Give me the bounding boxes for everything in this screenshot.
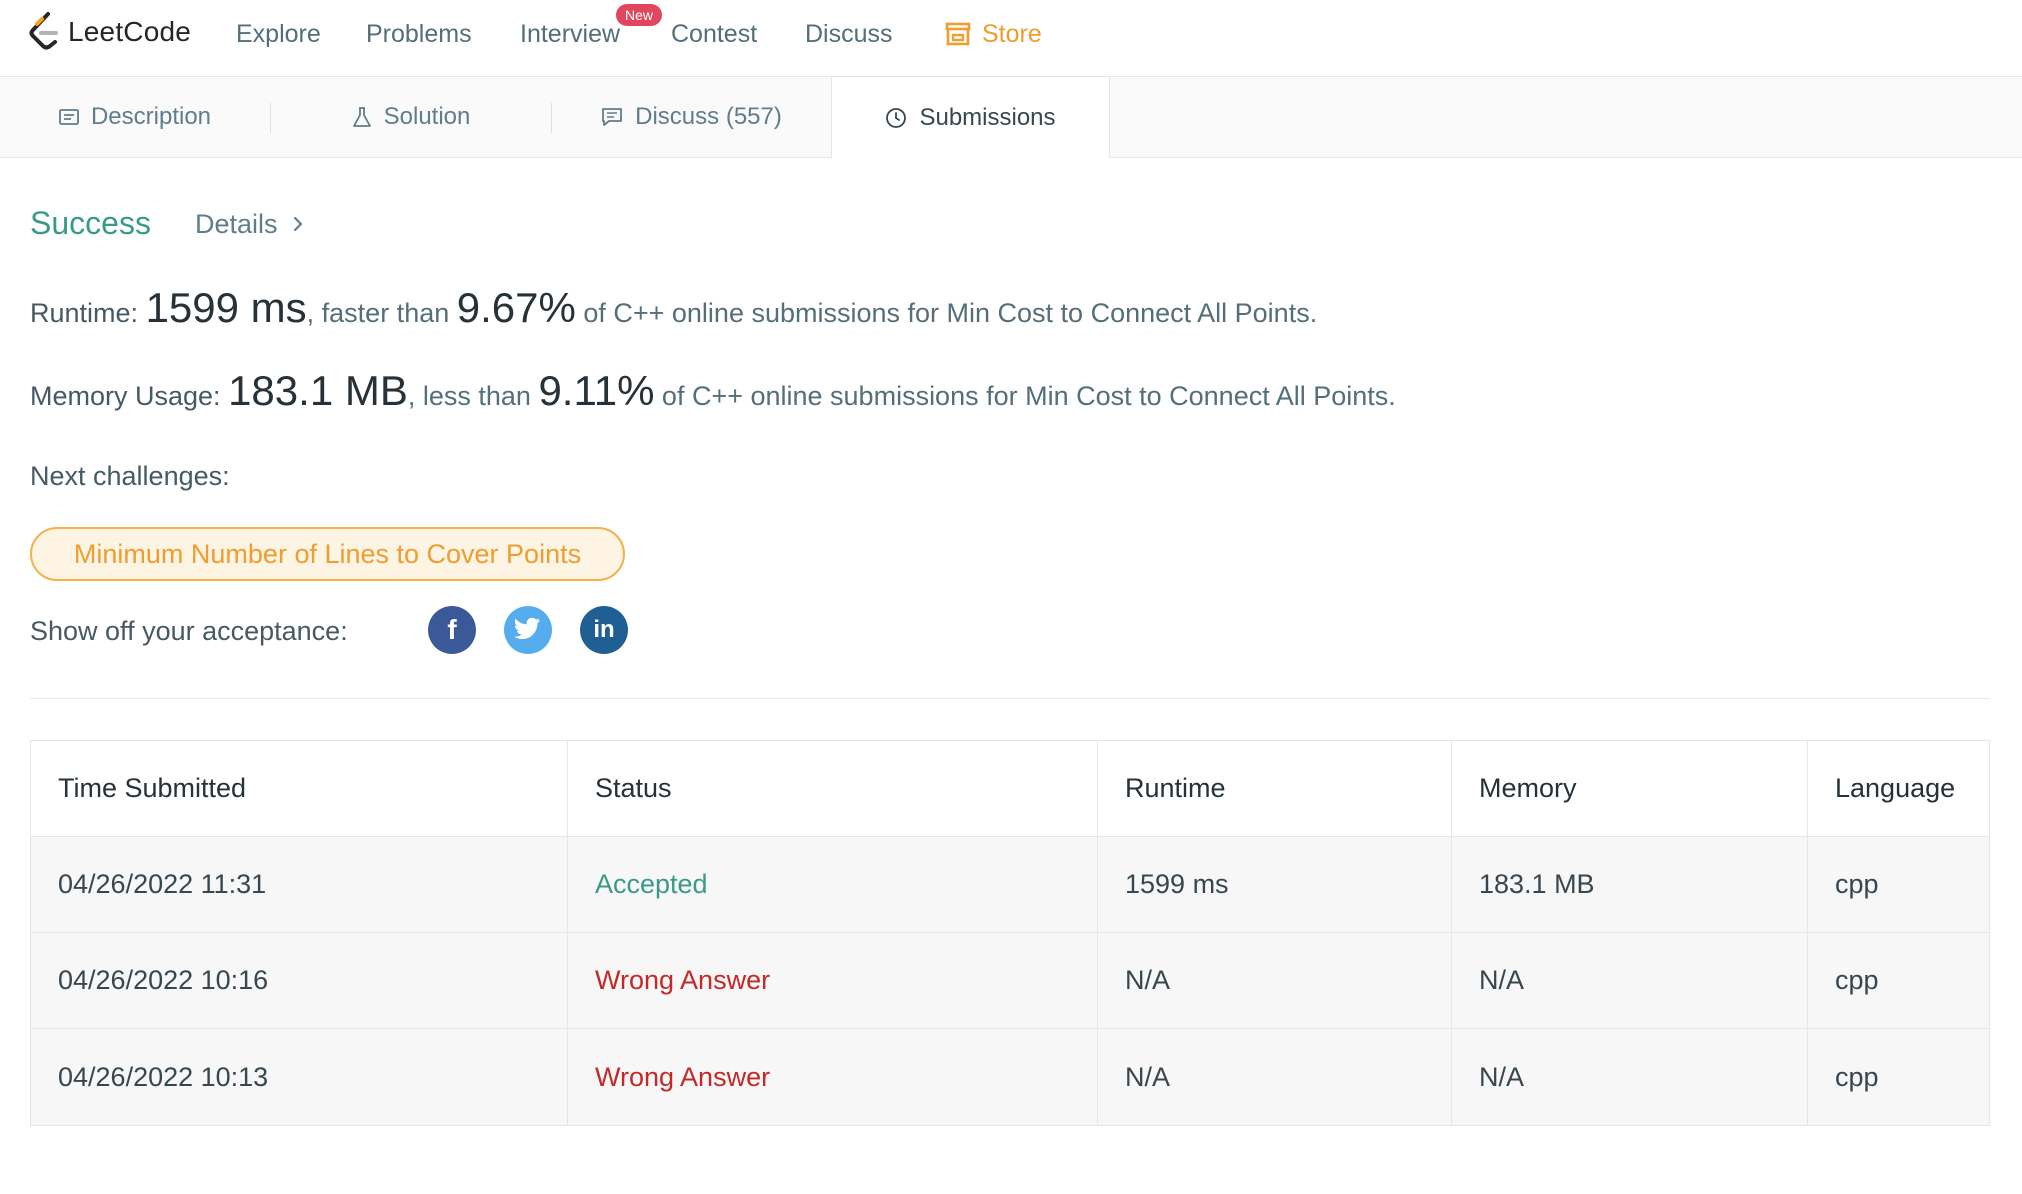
logo-text: LeetCode	[68, 16, 192, 47]
cell-memory: 183.1 MB	[1452, 837, 1808, 932]
memory-mid: , less than	[407, 381, 539, 411]
top-navbar: LeetCode Explore Problems Interview New …	[0, 0, 2022, 77]
runtime-label: Runtime:	[30, 298, 139, 328]
table-row: 04/26/2022 10:16 Wrong Answer N/A N/A cp…	[31, 933, 1989, 1029]
cell-time: 04/26/2022 10:13	[31, 1029, 568, 1125]
memory-percent: 9.11%	[538, 367, 655, 414]
memory-line: Memory Usage: 183.1 MB, less than 9.11% …	[30, 366, 1396, 421]
header-status[interactable]: Status	[568, 741, 1098, 836]
memory-tail: of C++ online submissions for Min Cost t…	[654, 381, 1396, 411]
details-label: Details	[195, 209, 278, 239]
nav-interview[interactable]: Interview	[520, 17, 620, 51]
result-status: Success	[30, 205, 151, 241]
facebook-icon: f	[447, 614, 457, 645]
runtime-percent: 9.67%	[456, 284, 576, 331]
memory-value: 183.1 MB	[228, 367, 408, 414]
comment-icon	[601, 107, 623, 127]
tab-discuss-label: Discuss (557)	[635, 103, 782, 130]
nav-contest[interactable]: Contest	[671, 17, 757, 51]
runtime-mid: , faster than	[306, 298, 457, 328]
table-row: 04/26/2022 10:13 Wrong Answer N/A N/A cp…	[31, 1029, 1989, 1125]
nav-explore[interactable]: Explore	[236, 17, 321, 51]
header-time-submitted[interactable]: Time Submitted	[31, 741, 568, 836]
store-icon	[944, 21, 972, 47]
next-challenges-label: Next challenges:	[30, 461, 230, 491]
header-language[interactable]: Language	[1808, 741, 1989, 836]
tab-solution-label: Solution	[383, 103, 471, 130]
memory-label: Memory Usage:	[30, 381, 221, 411]
problem-tabs: Description Solution Discuss (557) Submi…	[0, 77, 2022, 158]
tab-description-label: Description	[90, 103, 212, 130]
nav-discuss[interactable]: Discuss	[805, 17, 893, 51]
tab-discuss[interactable]: Discuss (557)	[552, 77, 831, 157]
cell-memory: N/A	[1452, 933, 1808, 1028]
cell-language: cpp	[1835, 869, 1879, 899]
tab-description[interactable]: Description	[0, 77, 270, 157]
nav-problems[interactable]: Problems	[366, 17, 472, 51]
table-row: 04/26/2022 11:31 Accepted 1599 ms 183.1 …	[31, 837, 1989, 933]
runtime-line: Runtime: 1599 ms, faster than 9.67% of C…	[30, 283, 1317, 338]
section-divider	[30, 698, 1990, 699]
runtime-tail: of C++ online submissions for Min Cost t…	[575, 298, 1318, 328]
logo[interactable]: LeetCode	[28, 10, 191, 54]
new-badge: New	[616, 4, 663, 26]
flask-icon	[352, 106, 372, 128]
submissions-table: Time Submitted Status Runtime Memory Lan…	[30, 740, 1990, 1126]
header-runtime[interactable]: Runtime	[1098, 741, 1452, 836]
nav-store[interactable]: Store	[944, 17, 1042, 51]
cell-language: cpp	[1835, 1061, 1879, 1092]
details-link[interactable]: Details	[195, 206, 304, 242]
runtime-value: 1599 ms	[145, 284, 307, 331]
cell-runtime: N/A	[1098, 933, 1452, 1028]
twitter-share-button[interactable]	[504, 606, 552, 654]
cell-time: 04/26/2022 11:31	[31, 837, 568, 932]
tab-submissions-label: Submissions	[919, 103, 1056, 131]
table-header-row: Time Submitted Status Runtime Memory Lan…	[31, 741, 1989, 837]
description-icon	[59, 109, 79, 125]
cell-runtime: N/A	[1098, 1029, 1452, 1125]
share-label: Show off your acceptance:	[30, 616, 348, 646]
store-label: Store	[982, 20, 1042, 48]
facebook-share-button[interactable]: f	[428, 606, 476, 654]
header-memory[interactable]: Memory	[1452, 741, 1808, 836]
tab-solution[interactable]: Solution	[271, 77, 551, 157]
leetcode-logo-icon	[28, 11, 60, 53]
cell-status-link[interactable]: Accepted	[568, 837, 1098, 932]
linkedin-icon: in	[593, 616, 615, 643]
chevron-right-icon	[292, 206, 304, 242]
cell-status-link[interactable]: Wrong Answer	[568, 1029, 1098, 1125]
twitter-icon	[514, 616, 542, 645]
linkedin-share-button[interactable]: in	[580, 606, 628, 654]
tab-submissions[interactable]: Submissions	[831, 77, 1110, 158]
cell-time: 04/26/2022 10:16	[31, 933, 568, 1028]
next-challenge-button[interactable]: Minimum Number of Lines to Cover Points	[30, 527, 625, 581]
cell-language: cpp	[1835, 965, 1879, 995]
cell-status-link[interactable]: Wrong Answer	[568, 933, 1098, 1028]
clock-icon	[885, 107, 907, 129]
cell-runtime: 1599 ms	[1098, 837, 1452, 932]
cell-memory: N/A	[1452, 1029, 1808, 1125]
